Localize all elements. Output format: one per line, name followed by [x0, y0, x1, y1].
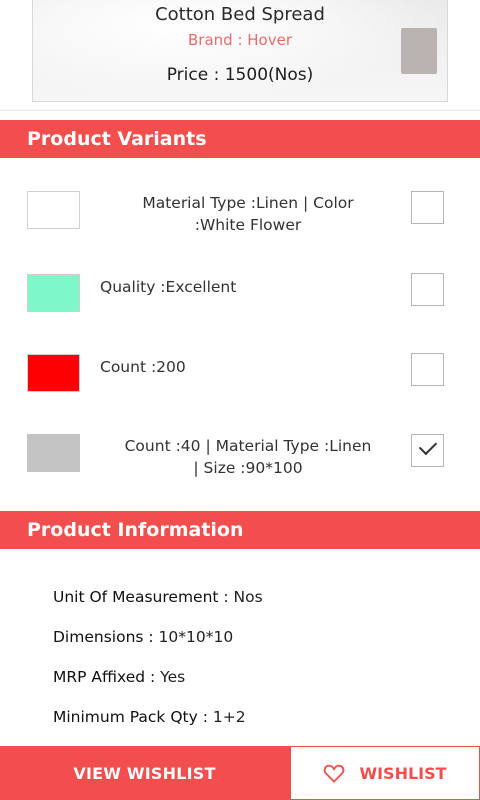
variant-row[interactable]: Count :200 — [0, 343, 480, 403]
variant-color-swatch — [27, 191, 80, 229]
info-row-unit: Unit Of Measurement : Nos — [53, 586, 263, 608]
variant-label: Count :200 — [100, 358, 186, 376]
info-row-mrp: MRP Affixed : Yes — [53, 666, 185, 688]
variant-row[interactable]: Material Type :Linen | Color :White Flow… — [0, 180, 480, 240]
product-information-header: Product Information — [0, 511, 480, 549]
product-name: Cotton Bed Spread — [155, 4, 325, 25]
info-key: Dimensions : — [53, 628, 154, 646]
product-brand: Brand : Hover — [188, 31, 292, 49]
variant-label: Count :40 | Material Type :Linen | Size … — [98, 435, 398, 479]
variant-row[interactable]: Count :40 | Material Type :Linen | Size … — [0, 423, 480, 483]
bottom-action-bar: VIEW WISHLIST WISHLIST — [0, 746, 480, 800]
product-card[interactable]: Cotton Bed Spread Brand : Hover Price : … — [32, 0, 448, 102]
variant-label-line2: | Size :90*100 — [193, 459, 303, 477]
divider — [0, 110, 480, 111]
variant-color-swatch — [27, 354, 80, 392]
variant-checkbox-checked[interactable] — [411, 434, 444, 467]
heart-icon — [324, 764, 345, 783]
variant-checkbox[interactable] — [411, 353, 444, 386]
variant-label: Quality :Excellent — [100, 278, 237, 296]
info-key: Minimum Pack Qty : — [53, 708, 208, 726]
info-key: Unit Of Measurement : — [53, 588, 229, 606]
checkmark-icon — [418, 436, 438, 456]
wishlist-button[interactable]: WISHLIST — [289, 746, 480, 800]
info-key: MRP Affixed : — [53, 668, 156, 686]
product-variants-header: Product Variants — [0, 120, 480, 158]
product-price: Price : 1500(Nos) — [166, 65, 314, 85]
variant-color-swatch — [27, 274, 80, 312]
info-value: Yes — [155, 668, 186, 686]
view-wishlist-button[interactable]: VIEW WISHLIST — [0, 746, 289, 800]
info-value: Nos — [228, 588, 263, 606]
wishlist-button-label: WISHLIST — [359, 763, 447, 783]
info-value: 10*10*10 — [153, 628, 234, 646]
variant-label-line2: :White Flower — [194, 216, 302, 234]
variant-row[interactable]: Quality :Excellent — [0, 263, 480, 323]
variant-checkbox[interactable] — [411, 191, 444, 224]
variant-label-line1: Count :40 | Material Type :Linen — [124, 437, 372, 455]
variant-checkbox[interactable] — [411, 273, 444, 306]
info-value: 1+2 — [207, 708, 246, 726]
variant-label: Material Type :Linen | Color :White Flow… — [98, 192, 398, 236]
info-row-min-pack: Minimum Pack Qty : 1+2 — [53, 706, 246, 728]
info-row-dimensions: Dimensions : 10*10*10 — [53, 626, 233, 648]
variant-color-swatch — [27, 434, 80, 472]
variant-label-line1: Material Type :Linen | Color — [142, 194, 354, 212]
